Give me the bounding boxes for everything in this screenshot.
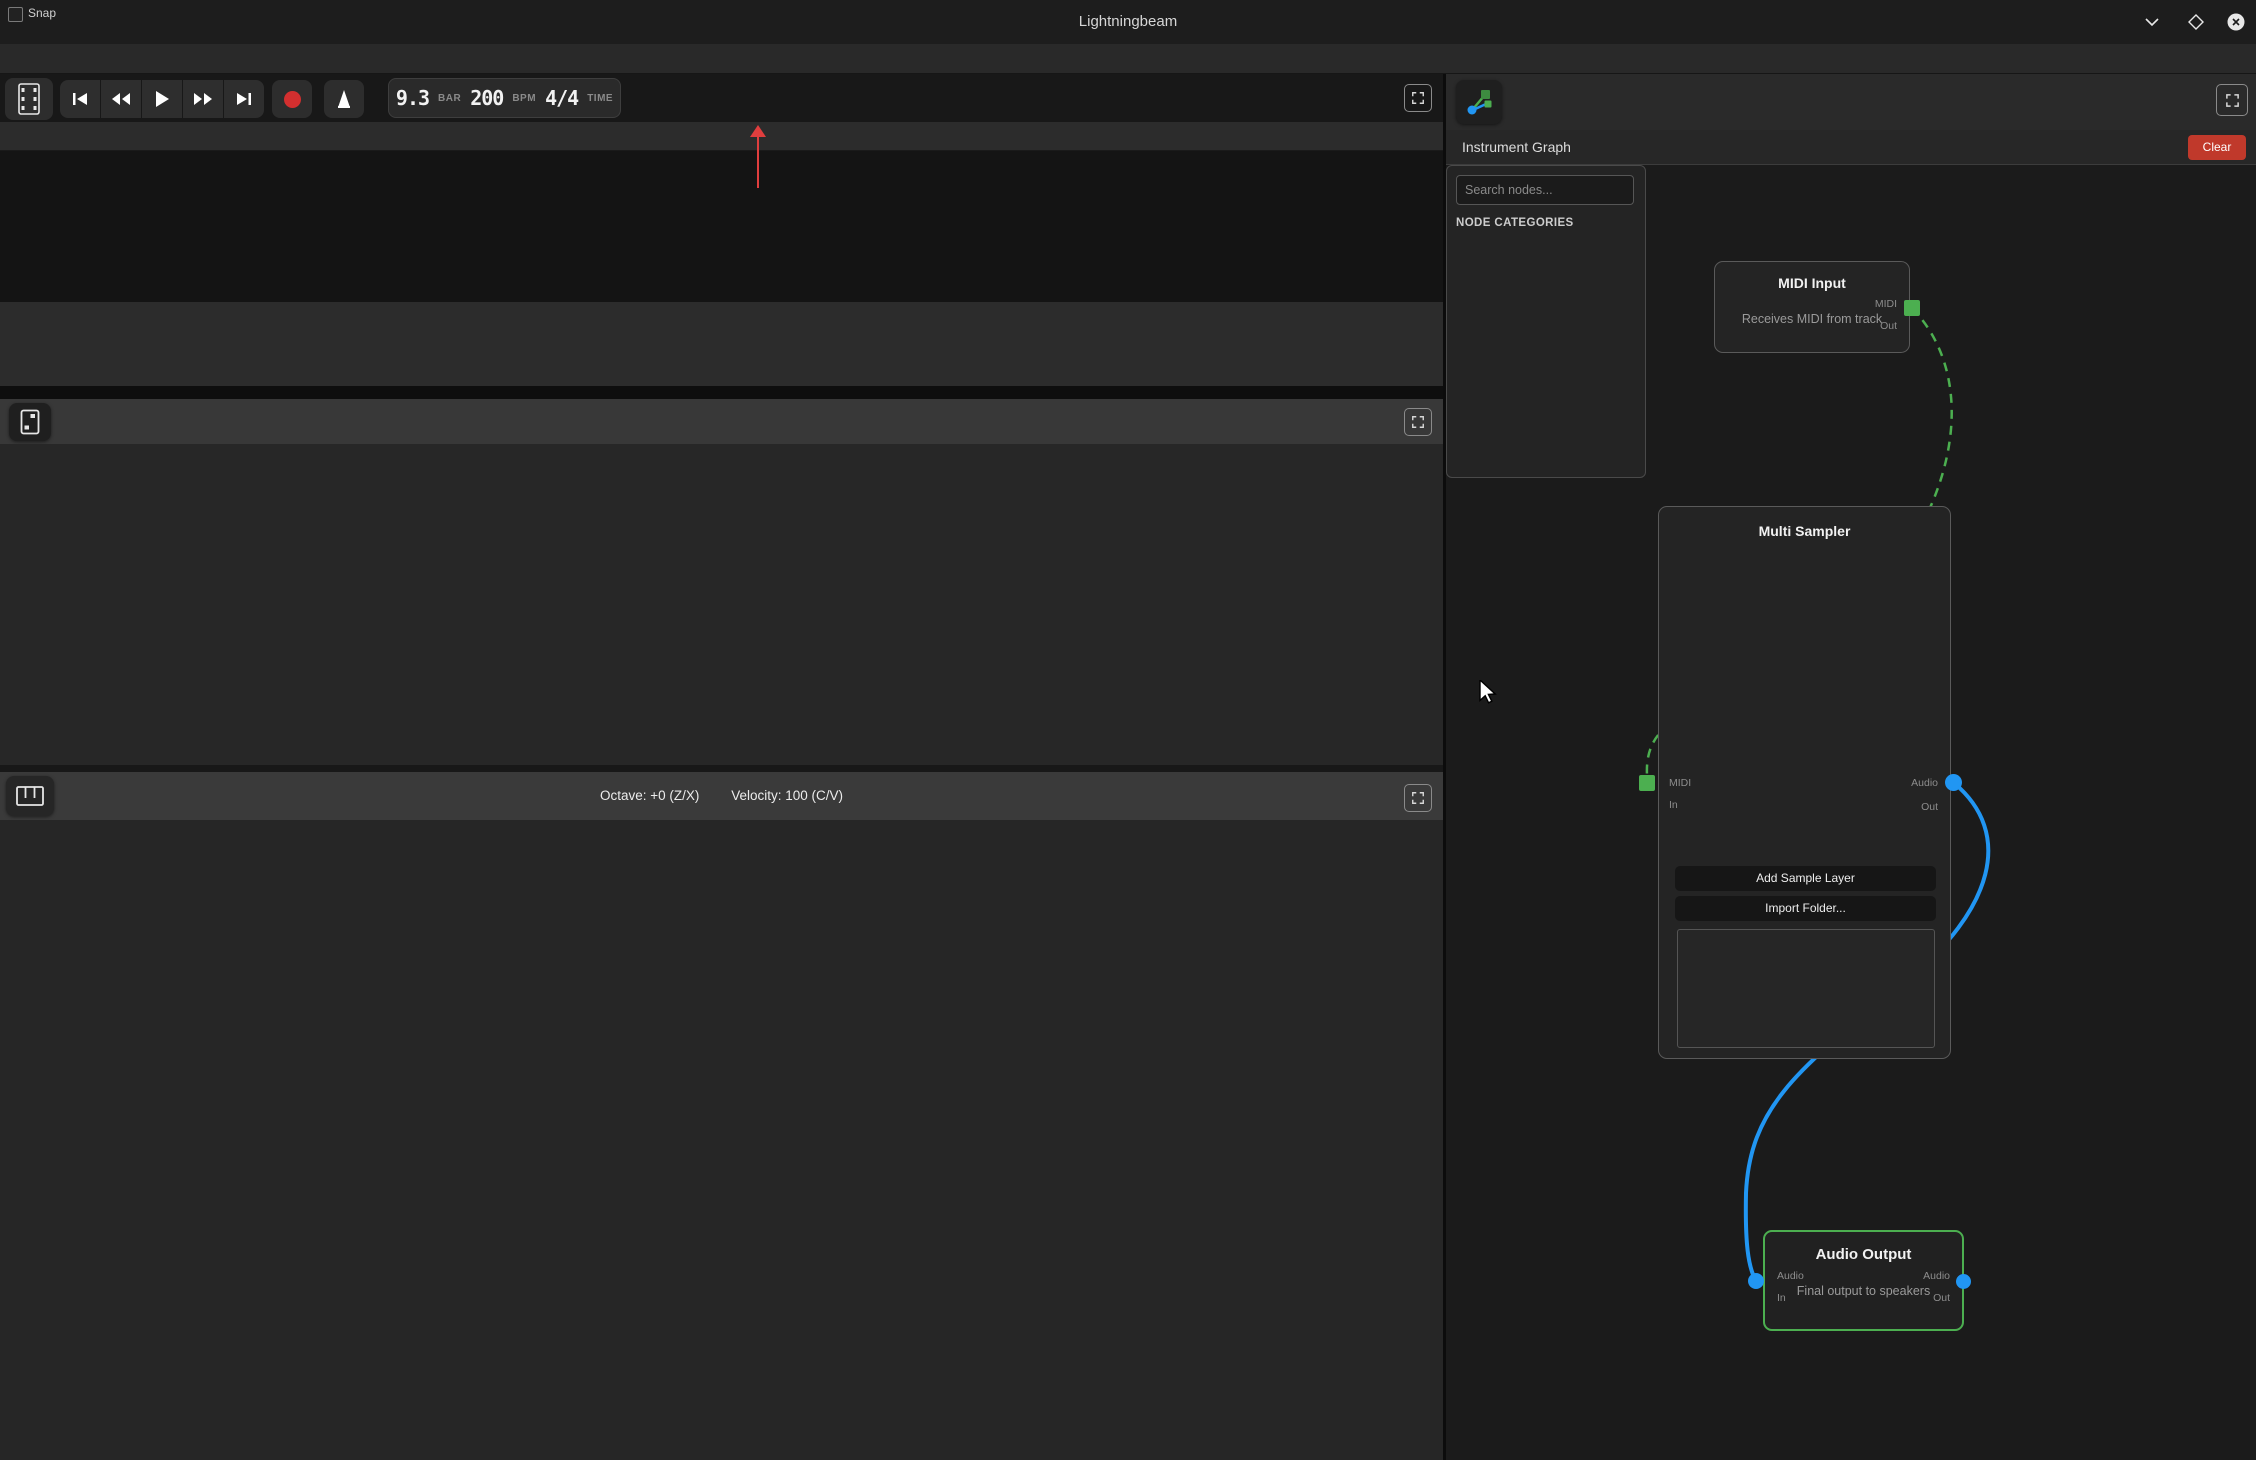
instrument-graph-canvas[interactable]: NODE CATEGORIES MIDI Input Receives MIDI… xyxy=(1446,165,2256,1460)
port-label: MIDI xyxy=(1669,777,1691,789)
metronome-icon xyxy=(336,89,352,109)
skip-start-button[interactable] xyxy=(60,80,100,118)
rewind-button[interactable] xyxy=(101,80,141,118)
graph-expand-button[interactable] xyxy=(2216,84,2248,116)
film-roll-button[interactable] xyxy=(5,78,53,120)
bar-label: BAR xyxy=(438,93,461,104)
import-folder-button[interactable]: Import Folder... xyxy=(1675,896,1936,921)
keyboard-header: Octave: +0 (Z/X) Velocity: 100 (C/V) xyxy=(0,772,1443,820)
search-input[interactable] xyxy=(1456,175,1634,205)
minimize-icon[interactable] xyxy=(2140,10,2164,34)
keyboard-status: Octave: +0 (Z/X) Velocity: 100 (C/V) xyxy=(0,772,1443,820)
port-label: MIDI xyxy=(1875,298,1897,310)
snap-label: Snap xyxy=(28,6,56,20)
piano-roll-header xyxy=(0,399,1443,444)
record-icon xyxy=(284,91,301,108)
graph-panel-topbar xyxy=(1446,74,2256,130)
midi-out-port[interactable] xyxy=(1904,300,1920,316)
snap-checkbox[interactable] xyxy=(8,7,23,22)
node-palette: NODE CATEGORIES xyxy=(1446,165,1646,478)
mouse-cursor xyxy=(1478,680,1500,704)
velocity-status: Velocity: 100 (C/V) xyxy=(731,788,843,803)
node-graph-icon xyxy=(1465,88,1493,116)
sampler-midi-in-port[interactable] xyxy=(1639,775,1655,791)
stage-icon xyxy=(20,409,40,435)
title-bar: Lightningbeam xyxy=(0,0,2256,45)
keyboard-expand-button[interactable] xyxy=(1404,784,1432,812)
keyboard-view-button[interactable] xyxy=(6,776,54,816)
bar-value: 9.3 xyxy=(396,86,429,110)
timeline-expand-button[interactable] xyxy=(1404,84,1432,112)
port-label: Out xyxy=(1933,1292,1950,1304)
port-label: Audio xyxy=(1777,1270,1804,1282)
node-categories-header: NODE CATEGORIES xyxy=(1456,217,1574,229)
virtual-keyboard[interactable] xyxy=(0,820,1443,1460)
instrument-graph-button[interactable] xyxy=(1456,80,1502,124)
sample-layers-table xyxy=(1677,929,1935,1048)
node-title: MIDI Input xyxy=(1715,275,1909,291)
node-midi-input[interactable]: MIDI Input Receives MIDI from track MIDI… xyxy=(1714,261,1910,353)
bpm-value: 200 xyxy=(470,86,503,110)
node-title: Audio Output xyxy=(1765,1246,1962,1263)
node-audio-output[interactable]: Audio Output Final output to speakers Au… xyxy=(1763,1230,1964,1331)
bpm-label: BPM xyxy=(512,93,536,104)
record-button[interactable] xyxy=(272,80,312,118)
time-sig-value: 4/4 xyxy=(545,86,578,110)
graph-panel-title: Instrument Graph xyxy=(1462,130,1571,164)
playhead[interactable] xyxy=(749,124,767,188)
separator xyxy=(0,765,1443,772)
timeline-ruler[interactable] xyxy=(0,122,1443,151)
metronome-button[interactable] xyxy=(324,80,364,118)
sampler-audio-out-port[interactable] xyxy=(1945,774,1962,791)
close-icon[interactable] xyxy=(2224,10,2248,34)
node-multi-sampler[interactable]: Multi Sampler MIDI In Audio Out Add Samp… xyxy=(1658,506,1951,1059)
maximize-icon[interactable] xyxy=(2184,10,2208,34)
port-label: Audio xyxy=(1923,1270,1950,1282)
skip-end-button[interactable] xyxy=(224,80,264,118)
panel-separator xyxy=(0,386,1443,399)
node-title: Multi Sampler xyxy=(1659,523,1950,539)
piano-roll-expand-button[interactable] xyxy=(1404,408,1432,436)
port-label: In xyxy=(1777,1292,1786,1304)
output-audio-out-port[interactable] xyxy=(1956,1274,1971,1289)
piano-roll[interactable] xyxy=(0,444,1443,765)
timeline-empty-area xyxy=(0,302,1443,386)
menu-bar xyxy=(0,44,2256,74)
port-label: Audio xyxy=(1911,777,1938,789)
octave-status: Octave: +0 (Z/X) xyxy=(600,788,699,803)
port-label: Out xyxy=(1921,801,1938,813)
film-roll-icon xyxy=(18,83,40,115)
play-button[interactable] xyxy=(142,80,182,118)
transport-display: 9.3 BAR 200 BPM 4/4 TIME xyxy=(388,78,621,118)
port-label: Out xyxy=(1880,320,1897,332)
output-audio-in-port[interactable] xyxy=(1748,1273,1764,1289)
transport-controls xyxy=(60,80,264,118)
piano-icon xyxy=(16,786,44,806)
stage-view-button[interactable] xyxy=(9,403,51,441)
clear-graph-button[interactable]: Clear xyxy=(2188,135,2246,160)
window-title: Lightningbeam xyxy=(0,0,2256,44)
port-label: In xyxy=(1669,799,1678,811)
fast-forward-button[interactable] xyxy=(183,80,223,118)
graph-panel-titlerow: Instrument Graph Clear xyxy=(1446,130,2256,165)
time-sig-label: TIME xyxy=(587,93,613,104)
add-sample-layer-button[interactable]: Add Sample Layer xyxy=(1675,866,1936,891)
